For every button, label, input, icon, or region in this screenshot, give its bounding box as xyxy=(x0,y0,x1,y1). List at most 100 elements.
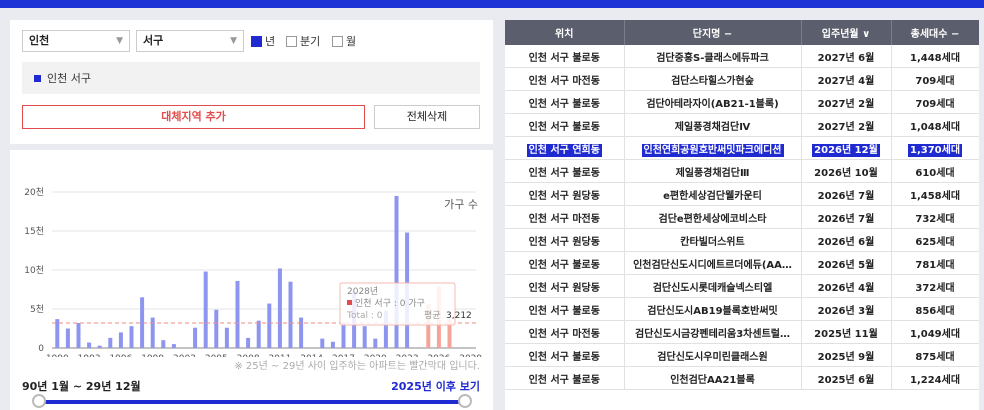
region-color-marker xyxy=(34,74,41,82)
bar-2008 xyxy=(246,337,251,348)
cell-total-units: 610세대 xyxy=(891,159,979,183)
bar-2006 xyxy=(224,327,229,348)
checkbox-icon xyxy=(251,35,262,47)
average-value: 3,212 xyxy=(446,311,472,321)
bar-1992 xyxy=(76,323,81,348)
cell-move-in-date: 2027년 2월 xyxy=(801,113,892,137)
tooltip-line2: Total : 0 xyxy=(346,311,383,321)
cell-total-units: 709세대 xyxy=(891,67,979,91)
cell-location: 인천 서구 연희동 xyxy=(505,136,625,160)
table-row[interactable]: 인천 서구 원당동 칸타빌더스위트 2026년 6월 625세대 xyxy=(505,228,979,252)
bar-1991 xyxy=(65,328,70,348)
bar-1999 xyxy=(150,317,155,348)
left-panel: 인천 ▼ 서구 ▼ 년 분기 월 인천 서구 대체지역 추가 전체삭제 1990… xyxy=(10,20,493,410)
region2-select[interactable]: 서구 ▼ xyxy=(136,30,244,52)
y-tick-label: 15천 xyxy=(24,226,44,237)
cell-move-in-date: 2025년 11월 xyxy=(801,320,892,344)
household-bar-chart: 1990199319961999200220052008201120142017… xyxy=(24,187,482,357)
cell-move-in-date: 2026년 6월 xyxy=(801,228,892,252)
cell-location: 인천 서구 불로동 xyxy=(505,297,625,321)
bar-1990 xyxy=(55,319,60,348)
table-row[interactable]: 인천 서구 연희동 인천연희공원호반써밋파크에디션 2026년 12월 1,370세대 xyxy=(505,136,979,160)
table-row[interactable]: 인천 서구 불로동 인천검단AA21블록 2025년 6월 1,224세대 xyxy=(505,366,979,390)
col-complex-name[interactable]: 단지명 − xyxy=(624,20,802,45)
table-header-row: 위치 단지명 − 입주년월 ∨ 총세대수 − xyxy=(505,20,979,45)
cell-location: 인천 서구 마전동 xyxy=(505,67,625,91)
tooltip-line1: 인천 서구 : 0 가구 xyxy=(355,298,425,309)
y-tick-label: 10천 xyxy=(24,265,44,276)
table-row[interactable]: 인천 서구 불로동 검단아테라자이(AB21-1블록) 2027년 2월 709세대 xyxy=(505,90,979,114)
table-row[interactable]: 인천 서구 마전동 검단스타힐스가현숲 2027년 4월 709세대 xyxy=(505,67,979,91)
cell-move-in-date: 2026년 4월 xyxy=(801,274,892,298)
y-tick-label: 5천 xyxy=(30,304,44,315)
period-year-checkbox[interactable]: 년 xyxy=(251,34,275,48)
table-row[interactable]: 인천 서구 불로동 인천검단신도시디에트르더에듀(AA… 2026년 5월 781세대 xyxy=(505,251,979,275)
cell-move-in-date: 2026년 7월 xyxy=(801,205,892,229)
table-row[interactable]: 인천 서구 원당동 검단신도시롯데캐슬넥스티엘 2026년 4월 372세대 xyxy=(505,274,979,298)
table-row[interactable]: 인천 서구 불로동 검단중흥S-클래스에듀파크 2027년 6월 1,448세대 xyxy=(505,45,979,68)
region1-value: 인천 xyxy=(29,34,50,47)
cell-move-in-date: 2026년 3월 xyxy=(801,297,892,321)
cell-move-in-date: 2025년 9월 xyxy=(801,343,892,367)
table-row[interactable]: 인천 서구 불로동 검단신도시AB19블록호반써밋 2026년 3월 856세대 xyxy=(505,297,979,321)
col-location[interactable]: 위치 xyxy=(505,20,625,45)
y-tick-label: 20천 xyxy=(24,187,44,198)
cell-location: 인천 서구 불로동 xyxy=(505,90,625,114)
table-row[interactable]: 인천 서구 마전동 검단e편한세상에코비스타 2026년 7월 732세대 xyxy=(505,205,979,229)
cell-location: 인천 서구 원당동 xyxy=(505,182,625,206)
chart-legend: 가구 수 xyxy=(444,198,478,211)
cell-location: 인천 서구 불로동 xyxy=(505,113,625,137)
table-row[interactable]: 인천 서구 원당동 e편한세상검단웰카운티 2026년 7월 1,458세대 xyxy=(505,182,979,206)
table-row[interactable]: 인천 서구 불로동 제일풍경채검단Ⅲ 2026년 10월 610세대 xyxy=(505,159,979,183)
tooltip-marker xyxy=(347,300,352,305)
cell-complex-name: 검단아테라자이(AB21-1블록) xyxy=(624,90,802,114)
cell-complex-name: 제일풍경채검단Ⅳ xyxy=(624,113,802,137)
cell-location: 인천 서구 마전동 xyxy=(505,205,625,229)
bar-2007 xyxy=(235,280,240,348)
cell-total-units: 875세대 xyxy=(891,343,979,367)
bar-2003 xyxy=(193,327,198,348)
bar-2011 xyxy=(277,268,282,348)
cell-total-units: 1,370세대 xyxy=(891,136,979,160)
col-move-in-date[interactable]: 입주년월 ∨ xyxy=(801,20,892,45)
clear-all-button[interactable]: 전체삭제 xyxy=(374,105,480,129)
table-row[interactable]: 인천 서구 마전동 검단신도시금강펜테리움3차센트럴… 2025년 11월 1,049… xyxy=(505,320,979,344)
cell-move-in-date: 2026년 12월 xyxy=(801,136,892,160)
selected-region-label: 인천 서구 xyxy=(47,72,91,85)
after-2025-link[interactable]: 2025년 이후 보기 xyxy=(391,378,480,394)
period-year-label: 년 xyxy=(265,35,276,48)
bar-1993 xyxy=(87,342,92,348)
cell-move-in-date: 2025년 6월 xyxy=(801,366,892,390)
checkbox-icon xyxy=(332,35,343,47)
cell-complex-name: 검단e편한세상에코비스타 xyxy=(624,205,802,229)
slider-end-handle[interactable] xyxy=(458,394,472,408)
region1-select[interactable]: 인천 ▼ xyxy=(22,30,130,52)
cell-complex-name: 검단신도시금강펜테리움3차센트럴… xyxy=(624,320,802,344)
cell-total-units: 1,049세대 xyxy=(891,320,979,344)
cell-location: 인천 서구 불로동 xyxy=(505,251,625,275)
cell-complex-name: e편한세상검단웰카운티 xyxy=(624,182,802,206)
table-row[interactable]: 인천 서구 불로동 검단신도시우미린클래스원 2025년 9월 875세대 xyxy=(505,343,979,367)
cell-complex-name: 검단중흥S-클래스에듀파크 xyxy=(624,45,802,68)
table-row[interactable]: 인천 서구 불로동 제일풍경채검단Ⅳ 2027년 2월 1,048세대 xyxy=(505,113,979,137)
cell-total-units: 781세대 xyxy=(891,251,979,275)
bar-2009 xyxy=(256,320,261,348)
cell-location: 인천 서구 불로동 xyxy=(505,343,625,367)
slider-start-handle[interactable] xyxy=(32,394,46,408)
period-quarter-checkbox[interactable]: 분기 xyxy=(286,34,320,48)
cell-location: 인천 서구 불로동 xyxy=(505,366,625,390)
cell-complex-name: 검단신도시우미린클래스원 xyxy=(624,343,802,367)
cell-move-in-date: 2027년 2월 xyxy=(801,90,892,114)
add-region-button[interactable]: 대체지역 추가 xyxy=(22,105,365,129)
cell-location: 인천 서구 마전동 xyxy=(505,320,625,344)
col-total-units[interactable]: 총세대수 − xyxy=(891,20,979,45)
period-month-checkbox[interactable]: 월 xyxy=(332,34,356,48)
bar-2019 xyxy=(362,326,367,348)
cell-total-units: 1,224세대 xyxy=(891,366,979,390)
cell-complex-name: 인천검단AA21블록 xyxy=(624,366,802,390)
period-slider-track[interactable] xyxy=(40,400,465,404)
bar-2010 xyxy=(267,303,272,348)
cell-complex-name: 제일풍경채검단Ⅲ xyxy=(624,159,802,183)
cell-total-units: 732세대 xyxy=(891,205,979,229)
bar-2017 xyxy=(341,322,346,348)
